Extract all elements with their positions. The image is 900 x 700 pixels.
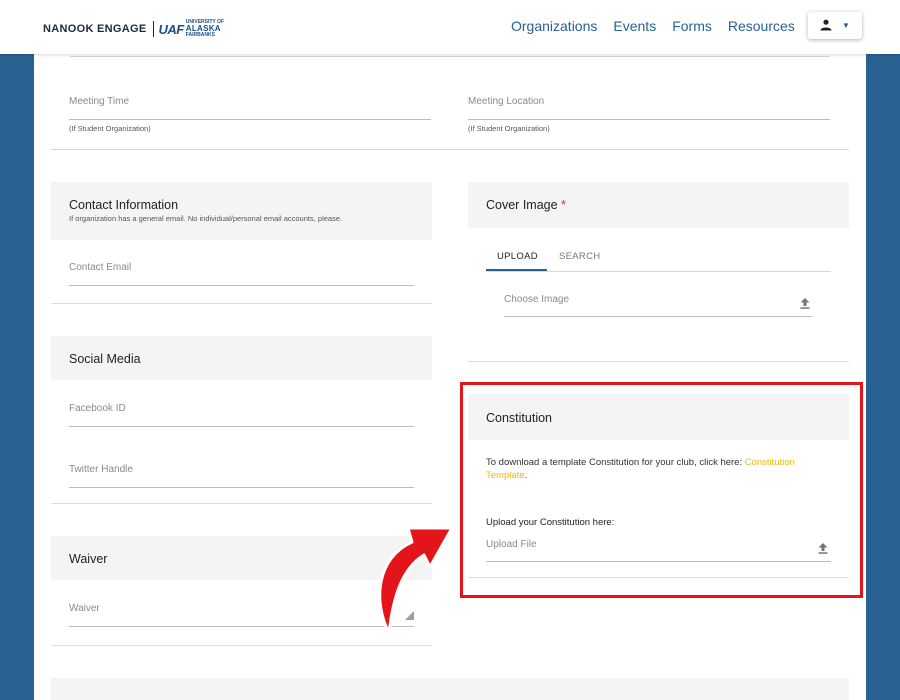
waiver-card-title: Waiver	[69, 552, 108, 566]
contact-email-input[interactable]	[69, 285, 414, 286]
contact-card-subtitle: If organization has a general email. No …	[69, 214, 343, 223]
contact-email-label: Contact Email	[69, 262, 132, 273]
brand-name: NANOOK ENGAGE	[43, 23, 147, 35]
section-divider	[51, 149, 849, 150]
nav-events[interactable]: Events	[613, 18, 656, 34]
waiver-label: Waiver	[69, 603, 100, 614]
pointer-arrow-icon	[378, 526, 454, 635]
social-card-title: Social Media	[69, 352, 141, 366]
user-menu-button[interactable]: ▼	[808, 12, 862, 39]
chevron-down-icon: ▼	[842, 21, 850, 30]
uaf-logo-text: UNIVERSITY OF ALASKA FAIRBANKS	[185, 19, 224, 38]
twitter-input[interactable]	[69, 487, 414, 488]
nav-organizations[interactable]: Organizations	[511, 18, 597, 34]
divider	[70, 56, 830, 57]
main-nav: Organizations Events Forms Resources▼	[511, 18, 854, 34]
uaf-logo-mark: UAF	[158, 21, 185, 37]
contact-card: Contact Information If organization has …	[51, 182, 432, 304]
highlight-box	[460, 382, 863, 598]
tab-upload[interactable]: UPLOAD	[497, 251, 538, 262]
required-mark: *	[561, 198, 566, 212]
person-icon	[820, 19, 832, 31]
contact-card-title: Contact Information	[69, 198, 179, 212]
brand-divider	[152, 21, 154, 37]
social-card: Social Media Facebook ID Twitter Handle	[51, 336, 432, 504]
meeting-time-hint: (If Student Organization)	[69, 124, 151, 133]
waiver-textarea[interactable]	[69, 626, 414, 627]
meeting-location-label: Meeting Location	[468, 96, 545, 107]
cover-card-header: Cover Image *	[468, 182, 849, 228]
meeting-location-hint: (If Student Organization)	[468, 124, 550, 133]
upload-icon[interactable]	[800, 298, 810, 309]
facebook-label: Facebook ID	[69, 403, 126, 414]
brand-logo[interactable]: NANOOK ENGAGE UAF UNIVERSITY OF ALASKA F…	[43, 20, 224, 38]
twitter-label: Twitter Handle	[69, 464, 133, 475]
tabs-divider	[486, 271, 831, 272]
top-navbar: NANOOK ENGAGE UAF UNIVERSITY OF ALASKA F…	[0, 0, 900, 54]
active-tab-indicator	[486, 269, 547, 271]
contact-card-header: Contact Information If organization has …	[51, 182, 432, 240]
tab-search[interactable]: SEARCH	[559, 251, 600, 262]
choose-image-input[interactable]	[504, 316, 812, 317]
facebook-input[interactable]	[69, 426, 414, 427]
social-card-header: Social Media	[51, 336, 432, 380]
meeting-location-input[interactable]	[468, 119, 830, 120]
meeting-time-label: Meeting Time	[69, 96, 130, 107]
cover-card-title: Cover Image *	[486, 198, 566, 212]
next-card-header	[51, 678, 849, 700]
nav-forms[interactable]: Forms	[672, 18, 712, 34]
meeting-time-input[interactable]	[69, 119, 431, 120]
cover-image-card: Cover Image * UPLOAD SEARCH Choose Image	[468, 182, 849, 362]
choose-image-label: Choose Image	[504, 294, 570, 305]
